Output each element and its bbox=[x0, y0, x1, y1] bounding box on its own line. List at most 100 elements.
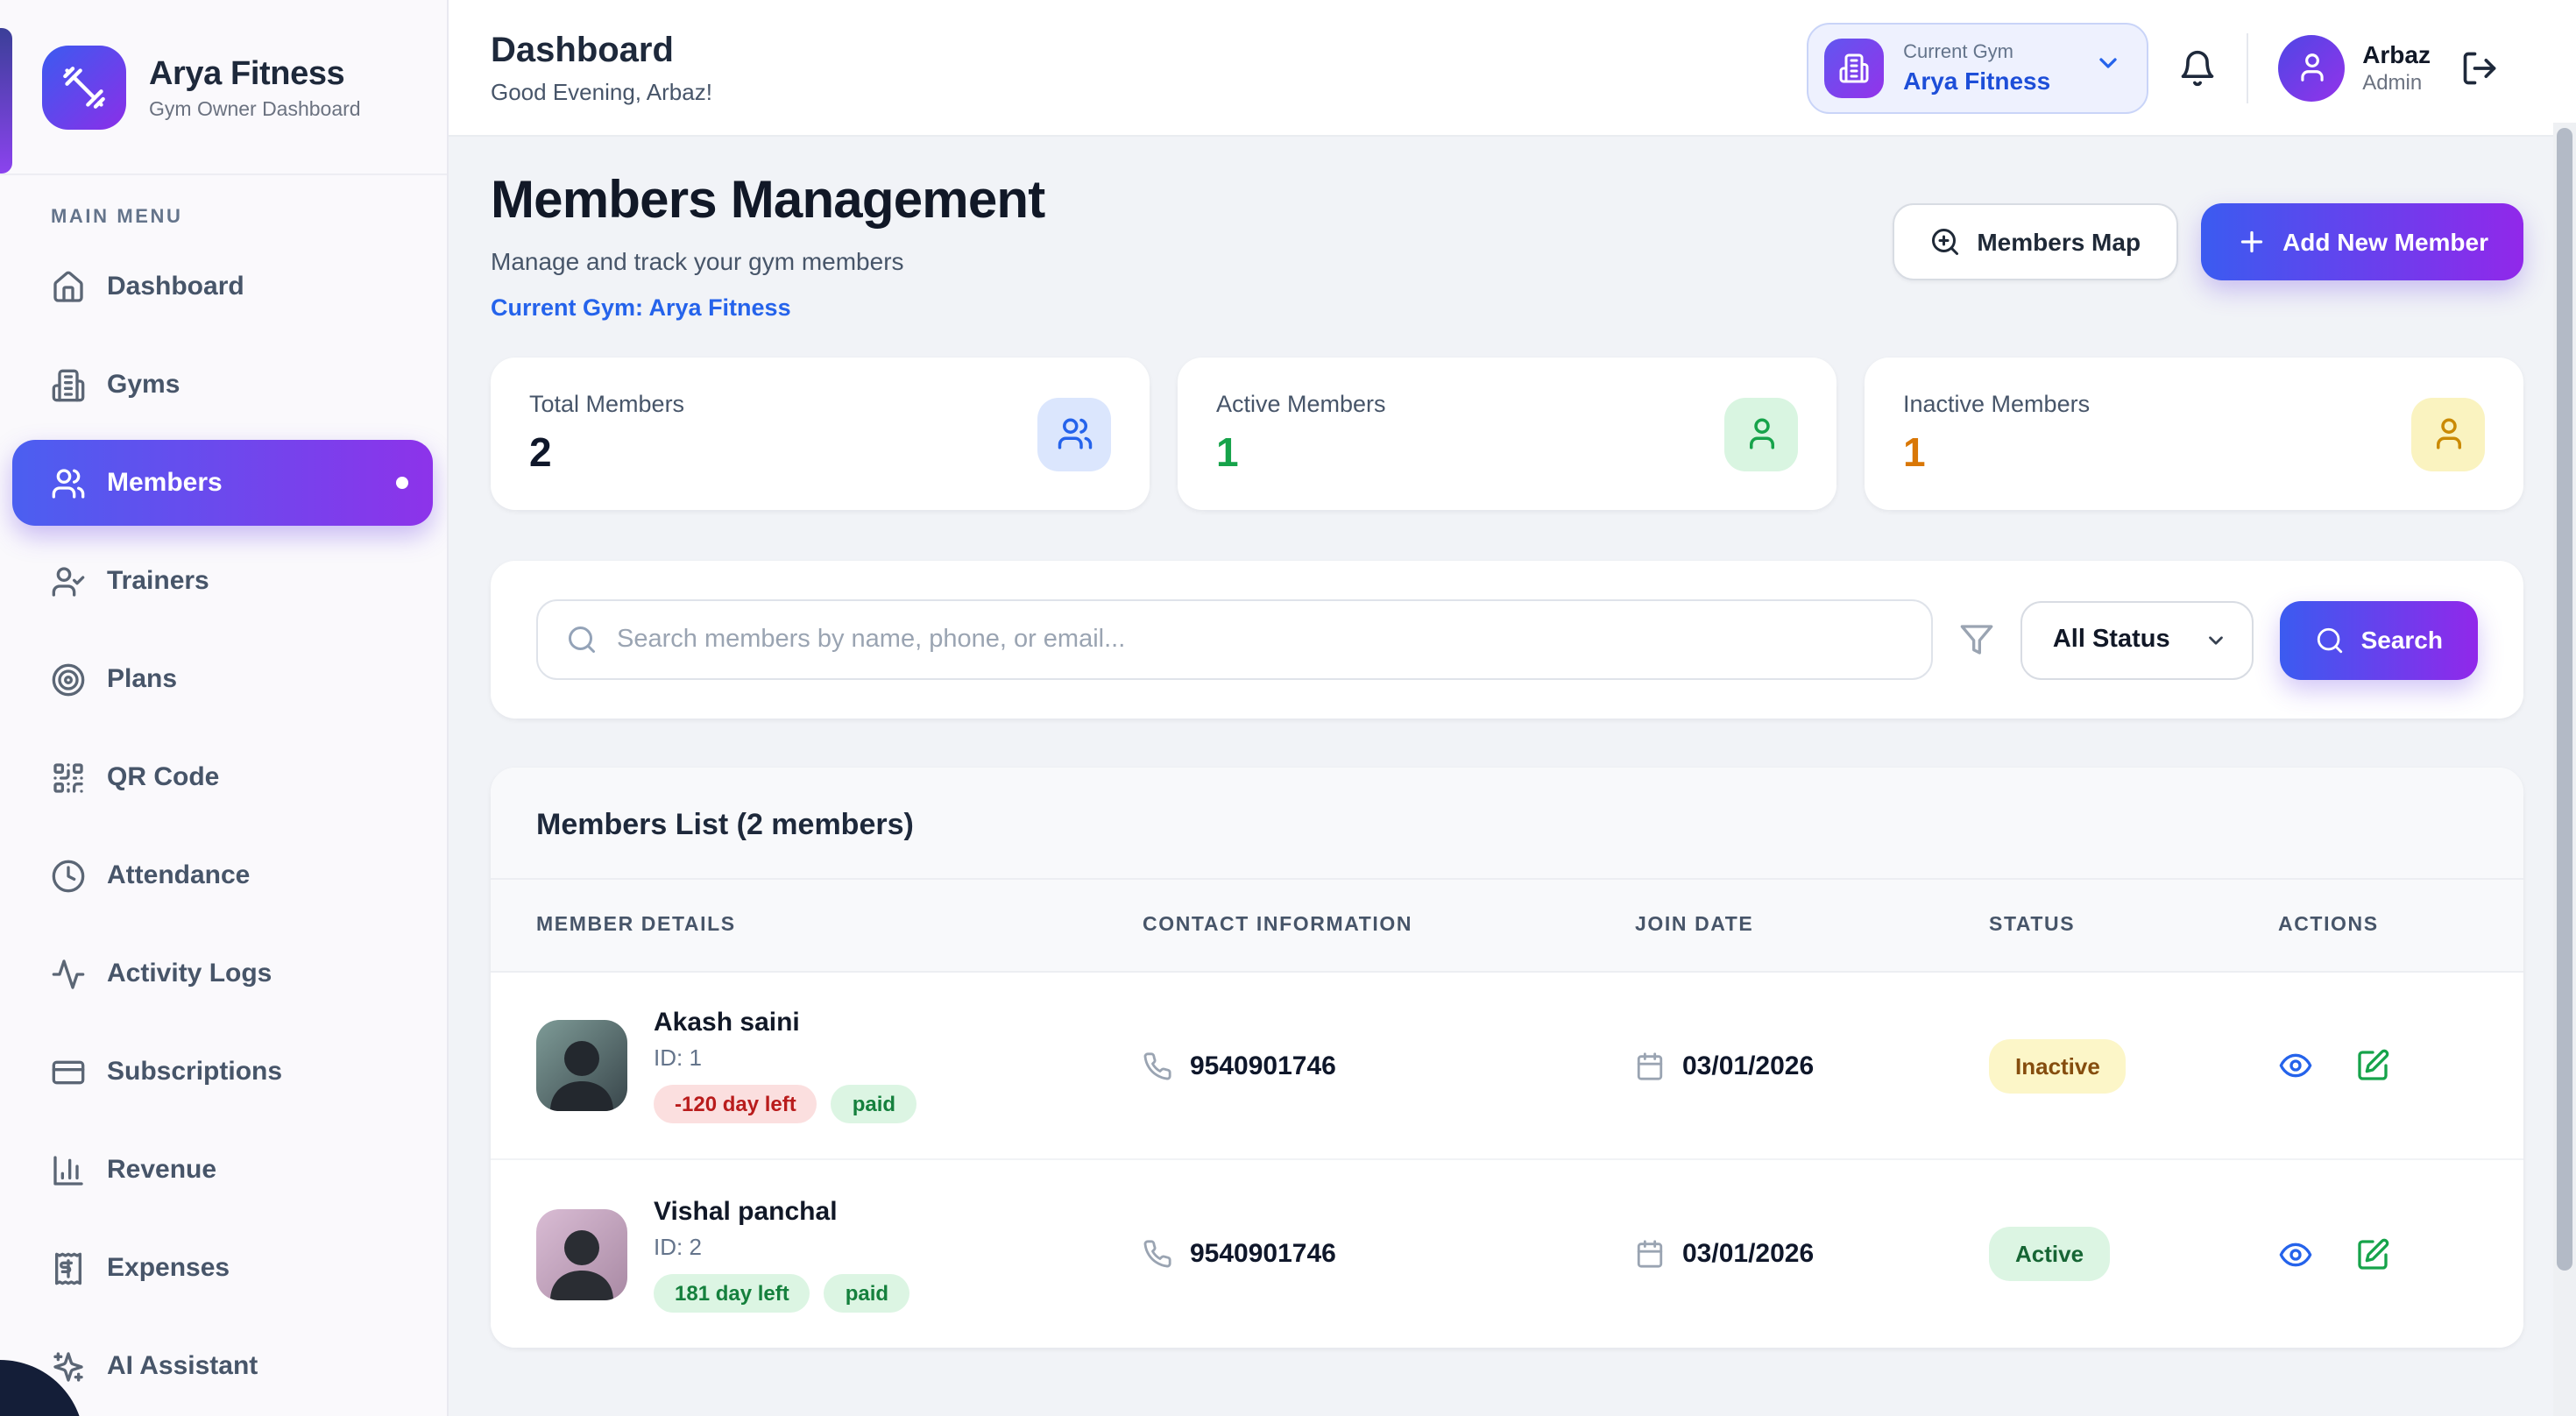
home-icon bbox=[51, 269, 86, 304]
calendar-icon bbox=[1635, 1239, 1665, 1269]
member-details-cell: Vishal panchal ID: 2 181 day left paid bbox=[536, 1196, 1143, 1312]
topbar-greeting: Good Evening, Arbaz! bbox=[491, 78, 712, 104]
gym-selector-value: Arya Fitness bbox=[1903, 66, 2050, 94]
user-role: Admin bbox=[2362, 70, 2431, 95]
member-text: Akash saini ID: 1 -120 day left paid bbox=[654, 1008, 916, 1123]
building-icon bbox=[51, 367, 86, 402]
main-menu-label: MAIN MENU bbox=[0, 175, 447, 228]
members-list-card: Members List (2 members) MEMBER DETAILS … bbox=[491, 768, 2523, 1348]
calendar-icon bbox=[1635, 1051, 1665, 1080]
stats-row: Total Members 2 Active Members 1 bbox=[491, 358, 2523, 510]
view-member-eye-icon[interactable] bbox=[2278, 1236, 2313, 1271]
sidebar-item-dashboard[interactable]: Dashboard bbox=[12, 244, 433, 329]
edit-member-pencil-icon[interactable] bbox=[2355, 1236, 2390, 1271]
sidebar-item-plans[interactable]: Plans bbox=[12, 636, 433, 722]
sidebar-item-activity-logs[interactable]: Activity Logs bbox=[12, 931, 433, 1016]
days-left-badge: 181 day left bbox=[654, 1273, 810, 1312]
topbar-title: Dashboard bbox=[491, 31, 712, 71]
sidebar-item-label: Activity Logs bbox=[107, 959, 272, 988]
stat-text: Total Members 2 bbox=[529, 391, 684, 477]
sidebar-item-label: Trainers bbox=[107, 566, 209, 596]
page-subtitle: Manage and track your gym members bbox=[491, 247, 1044, 275]
actions-cell bbox=[2278, 1048, 2478, 1083]
edit-member-pencil-icon[interactable] bbox=[2355, 1048, 2390, 1083]
member-badges: -120 day left paid bbox=[654, 1085, 916, 1123]
sidebar-item-gyms[interactable]: Gyms bbox=[12, 342, 433, 428]
members-map-button[interactable]: Members Map bbox=[1893, 203, 2177, 280]
table-header-row: MEMBER DETAILS CONTACT INFORMATION JOIN … bbox=[491, 880, 2523, 973]
status-filter-select[interactable]: All Status bbox=[2021, 600, 2254, 679]
logout-icon[interactable] bbox=[2460, 48, 2499, 87]
search-button-label: Search bbox=[2361, 626, 2443, 654]
status-cell: Active bbox=[1989, 1227, 2278, 1281]
notifications-bell-icon[interactable] bbox=[2178, 48, 2217, 87]
sidebar-item-trainers[interactable]: Trainers bbox=[12, 538, 433, 624]
filter-funnel-icon[interactable] bbox=[1960, 622, 1995, 657]
member-id: ID: 2 bbox=[654, 1233, 909, 1259]
sidebar-item-subscriptions[interactable]: Subscriptions bbox=[12, 1029, 433, 1115]
zoom-in-icon bbox=[1929, 226, 1961, 258]
brand-subtitle: Gym Owner Dashboard bbox=[149, 99, 361, 120]
user-icon bbox=[1724, 397, 1798, 471]
page-content: Members Management Manage and track your… bbox=[449, 137, 2576, 1416]
stat-label: Active Members bbox=[1216, 391, 1386, 417]
user-menu[interactable]: Arbaz Admin bbox=[2278, 34, 2431, 101]
search-input[interactable] bbox=[617, 626, 1904, 654]
gym-selector-text: Current Gym Arya Fitness bbox=[1903, 41, 2050, 94]
scrollbar-thumb[interactable] bbox=[2557, 128, 2572, 1271]
member-join-date: 03/01/2026 bbox=[1682, 1239, 1814, 1269]
activity-icon bbox=[51, 956, 86, 991]
sidebar-item-attendance[interactable]: Attendance bbox=[12, 832, 433, 918]
member-phone: 9540901746 bbox=[1190, 1051, 1336, 1080]
user-check-icon bbox=[51, 563, 86, 598]
search-icon bbox=[566, 624, 598, 655]
phone-icon bbox=[1143, 1239, 1172, 1269]
stat-value: 2 bbox=[529, 429, 684, 477]
gym-building-icon bbox=[1824, 38, 1884, 97]
topbar-divider bbox=[2247, 32, 2248, 103]
sidebar-item-label: Dashboard bbox=[107, 272, 244, 301]
member-phone: 9540901746 bbox=[1190, 1239, 1336, 1269]
page-header: Members Management Manage and track your… bbox=[491, 172, 2523, 321]
search-icon bbox=[2316, 625, 2346, 655]
bar-chart-icon bbox=[51, 1152, 86, 1187]
sidebar-item-label: Members bbox=[107, 468, 223, 498]
join-date-cell: 03/01/2026 bbox=[1635, 1239, 1989, 1269]
user-icon bbox=[2411, 397, 2485, 471]
clock-icon bbox=[51, 858, 86, 893]
user-name: Arbaz bbox=[2362, 40, 2431, 68]
current-gym-selector[interactable]: Current Gym Arya Fitness bbox=[1807, 22, 2148, 113]
column-header-contact: CONTACT INFORMATION bbox=[1143, 915, 1635, 936]
payment-badge: paid bbox=[832, 1085, 916, 1123]
sidebar-item-expenses[interactable]: Expenses bbox=[12, 1225, 433, 1311]
qr-code-icon bbox=[51, 760, 86, 795]
stat-label: Inactive Members bbox=[1903, 391, 2090, 417]
stat-text: Active Members 1 bbox=[1216, 391, 1386, 477]
stat-card-active-members: Active Members 1 bbox=[1178, 358, 1836, 510]
sidebar-item-label: Subscriptions bbox=[107, 1057, 282, 1087]
sidebar-item-ai-assistant[interactable]: AI Assistant bbox=[12, 1323, 433, 1409]
member-name: Vishal panchal bbox=[654, 1196, 909, 1226]
add-new-member-button[interactable]: Add New Member bbox=[2200, 203, 2523, 280]
plus-icon bbox=[2235, 226, 2267, 258]
column-header-member-details: MEMBER DETAILS bbox=[536, 915, 1143, 936]
chevron-down-icon bbox=[2205, 628, 2228, 651]
search-button[interactable]: Search bbox=[2281, 600, 2478, 679]
stat-value: 1 bbox=[1903, 429, 2090, 477]
member-join-date: 03/01/2026 bbox=[1682, 1051, 1814, 1080]
table-row: Akash saini ID: 1 -120 day left paid 954… bbox=[491, 973, 2523, 1160]
sidebar-item-members[interactable]: Members bbox=[12, 440, 433, 526]
sidebar-item-qr-code[interactable]: QR Code bbox=[12, 734, 433, 820]
current-gym-link[interactable]: Current Gym: Arya Fitness bbox=[491, 294, 1044, 321]
app-window: Arya Fitness Gym Owner Dashboard MAIN ME… bbox=[0, 0, 2576, 1416]
member-photo bbox=[536, 1020, 627, 1111]
view-member-eye-icon[interactable] bbox=[2278, 1048, 2313, 1083]
member-name: Akash saini bbox=[654, 1008, 916, 1037]
sidebar-item-label: Plans bbox=[107, 664, 177, 694]
page-scrollbar[interactable] bbox=[2553, 123, 2576, 1416]
brand: Arya Fitness Gym Owner Dashboard bbox=[0, 0, 447, 175]
sidebar-item-revenue[interactable]: Revenue bbox=[12, 1127, 433, 1213]
page-title: Members Management bbox=[491, 172, 1044, 231]
active-indicator-dot bbox=[396, 477, 408, 489]
sidebar-accent-stripe bbox=[0, 28, 12, 173]
